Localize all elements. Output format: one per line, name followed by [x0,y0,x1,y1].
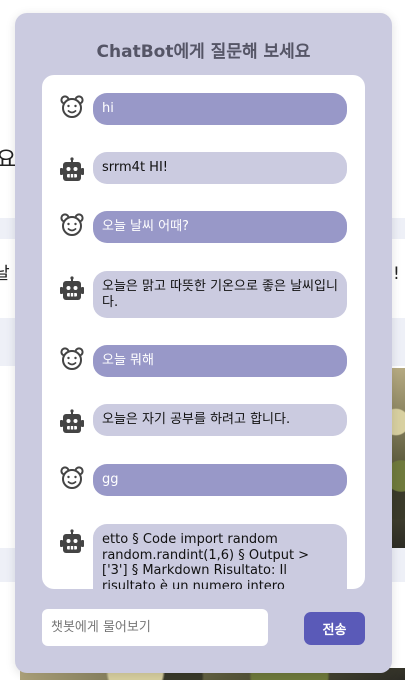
message-bubble: 오늘은 맑고 따뜻한 기온으로 좋은 날씨입니다. [93,271,347,319]
send-button[interactable]: 전송 [304,612,365,645]
bear-icon [59,346,85,372]
message-bubble: 오늘 날씨 어때? [93,211,347,243]
bear-icon [59,465,85,491]
message-bubble: 오늘은 자기 공부를 하려고 합니다. [93,404,347,436]
chatbot-title: ChatBot에게 질문해 보세요 [96,42,311,62]
background-text-fragment: 요 [0,148,17,173]
bear-icon [59,94,85,120]
message-bubble: etto § Code import random random.randint… [93,524,347,589]
chatbot-modal: ChatBot에게 질문해 보세요 hi srrm4t HI! 오늘 날씨 어때? 오… [15,13,392,673]
chat-input[interactable] [42,609,268,646]
bear-icon [59,212,85,238]
robot-icon [59,529,85,555]
robot-icon [59,409,85,435]
background-text-fragment: 날 [0,264,10,284]
background-photo [392,368,405,548]
robot-icon [59,157,85,183]
message-bubble: gg [93,464,347,496]
message-bubble: srrm4t HI! [93,152,347,184]
chat-message-list[interactable]: hi srrm4t HI! 오늘 날씨 어때? 오늘은 맑고 따뜻한 기온으로 좋은 … [42,75,365,589]
background-text-fragment: ! [393,264,400,284]
robot-icon [59,276,85,302]
message-bubble: 오늘 뭐해 [93,345,347,377]
message-bubble: hi [93,93,347,125]
